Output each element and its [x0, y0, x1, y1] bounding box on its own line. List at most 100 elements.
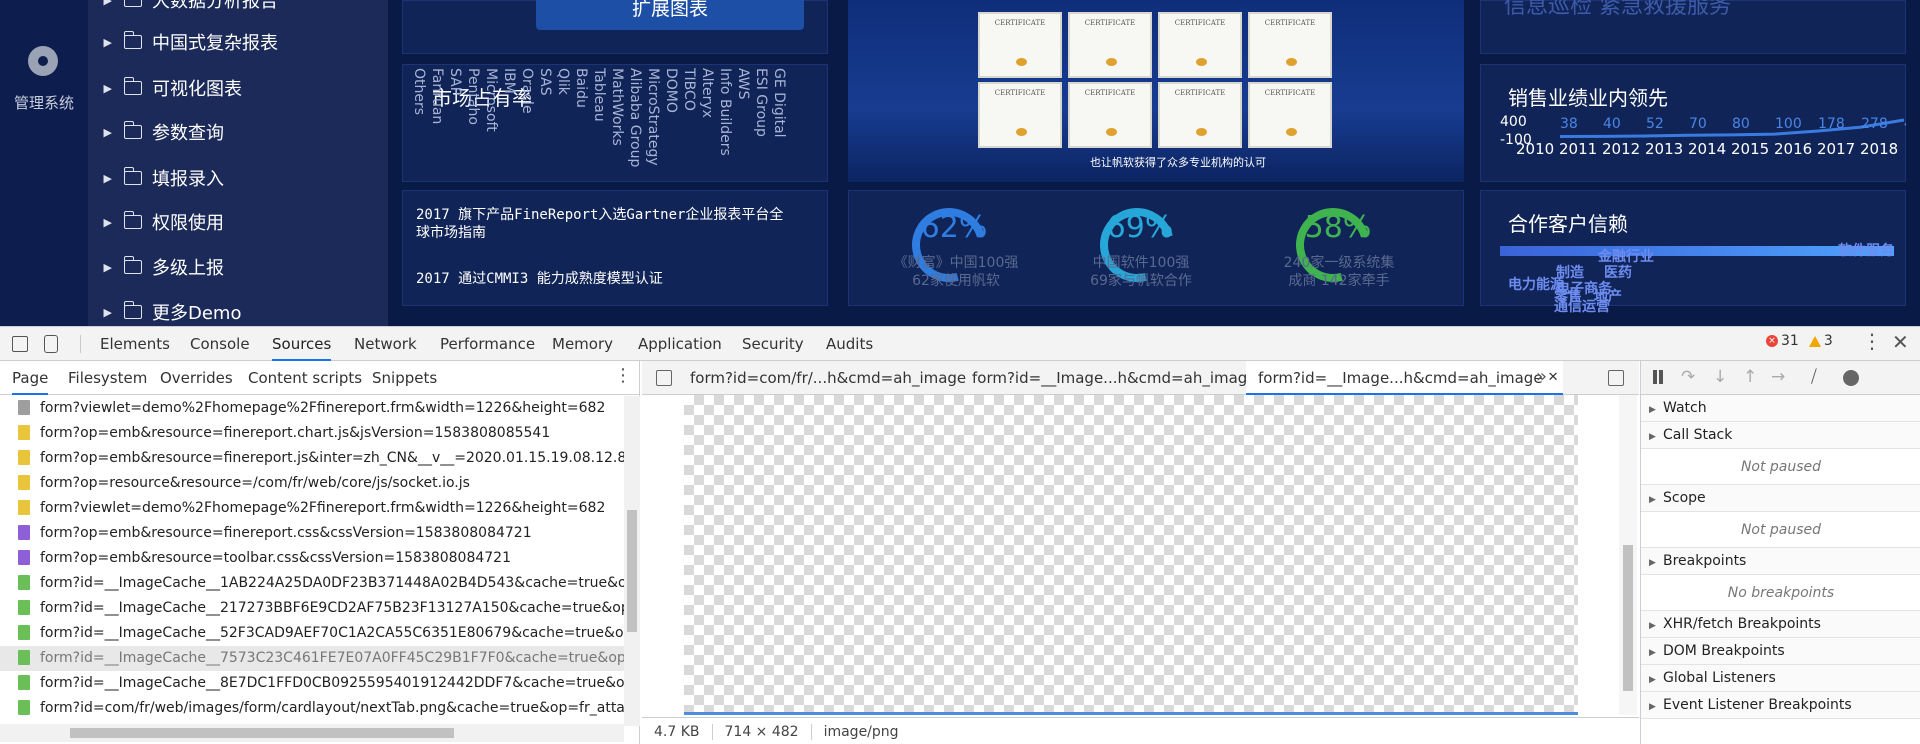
- pause-on-exceptions-icon[interactable]: [1843, 370, 1859, 386]
- gauge-value: 69%: [1106, 210, 1174, 245]
- file-icon: [18, 400, 30, 415]
- step-over-icon[interactable]: ↷: [1681, 367, 1695, 387]
- devtools: Elements Console Sources Network Perform…: [0, 326, 1920, 744]
- pause-icon[interactable]: [1653, 370, 1657, 384]
- tab-application[interactable]: Application: [638, 327, 722, 361]
- file-tree-item[interactable]: form?op=emb&resource=finereport.chart.js…: [0, 421, 624, 446]
- tab-console[interactable]: Console: [190, 327, 250, 361]
- file-tree-item[interactable]: form?id=__ImageCache__7573C23C461FE7E07A…: [0, 646, 624, 671]
- sales-data-label: 100: [1775, 116, 1802, 132]
- file-tree-hscrollbar[interactable]: [0, 724, 624, 742]
- debugger-section-header[interactable]: ▶ Event Listener Breakpoints: [1641, 692, 1920, 719]
- file-tree-item[interactable]: form?op=emb&resource=toolbar.css&cssVers…: [0, 546, 624, 571]
- menu-item-query[interactable]: ▶ 参数查询: [88, 110, 388, 154]
- inspect-element-icon[interactable]: [12, 336, 28, 352]
- debugger-section-header[interactable]: ▶ DOM Breakpoints: [1641, 638, 1920, 665]
- file-tree-item[interactable]: form?op=emb&resource=finereport.css&cssV…: [0, 521, 624, 546]
- editor-tab-active[interactable]: form?id=__Image...h&cmd=ah_image ✕: [1246, 361, 1563, 395]
- tab-overrides[interactable]: Overrides: [160, 361, 233, 395]
- vendor-label: Alteryx: [699, 68, 715, 118]
- close-tab-icon[interactable]: ✕: [1548, 361, 1559, 395]
- scroll-thumb[interactable]: [1623, 545, 1633, 691]
- tab-network[interactable]: Network: [354, 327, 417, 361]
- sales-x-tick: 2012: [1602, 140, 1640, 158]
- editor-status-bar: 4.7 KB 714 × 482 image/png: [642, 717, 1639, 744]
- debugger-section-header[interactable]: ▶ Watch: [1641, 395, 1920, 422]
- tab-audits[interactable]: Audits: [826, 327, 873, 361]
- gauge-caption: 《财富》中国100强 62家使用帆软: [893, 255, 1019, 289]
- scroll-thumb[interactable]: [70, 728, 454, 738]
- menu-item-entry[interactable]: ▶ 填报录入: [88, 156, 388, 200]
- gauge-caption: 240家一级系统集 成商 142家牵手: [1283, 255, 1395, 289]
- toggle-navigator-icon[interactable]: [656, 370, 672, 386]
- certificate-image: [978, 82, 1062, 148]
- extension-chart-badge[interactable]: 扩展图表: [536, 0, 804, 30]
- step-icon[interactable]: →: [1771, 367, 1785, 387]
- tab-sources[interactable]: Sources: [272, 327, 332, 361]
- tab-page[interactable]: Page: [12, 361, 49, 395]
- tab-elements[interactable]: Elements: [100, 327, 170, 361]
- file-tree-item[interactable]: form?op=emb&resource=finereport.js&inter…: [0, 446, 624, 471]
- editor-vscrollbar[interactable]: [1619, 395, 1637, 715]
- menu-item-multilevel[interactable]: ▶ 多级上报: [88, 245, 388, 289]
- caret-right-icon: ▶: [103, 125, 112, 139]
- debugger-section-header[interactable]: ▶ Call Stack: [1641, 422, 1920, 449]
- file-tree-item[interactable]: form?id=__ImageCache__217273BBF6E9CD2AF7…: [0, 596, 624, 621]
- vendor-label: Microsoft: [483, 68, 499, 132]
- partner-tag: 软件服务: [1838, 243, 1894, 259]
- file-tree-item[interactable]: form?id=__ImageCache__8E7DC1FFD0CB092559…: [0, 671, 624, 696]
- debugger-section-header[interactable]: ▶ Global Listeners: [1641, 665, 1920, 692]
- more-tabs-icon[interactable]: »: [1536, 366, 1547, 387]
- file-tree: form?viewlet=demo%2Fhomepage%2Ffinerepor…: [0, 396, 624, 722]
- device-toolbar-icon[interactable]: [44, 335, 58, 353]
- service-text: 信息巡检 紧急救援服务: [1504, 0, 1731, 19]
- tab-performance[interactable]: Performance: [440, 327, 535, 361]
- file-tree-item[interactable]: form?id=com/fr/web/images/form/cardlayou…: [0, 696, 624, 721]
- folder-icon: [124, 301, 142, 319]
- file-icon: [18, 700, 30, 715]
- certificate-image: [978, 12, 1062, 78]
- certificate-image: [1248, 82, 1332, 148]
- file-tree-item[interactable]: form?op=resource&resource=/com/fr/web/co…: [0, 471, 624, 496]
- menu-item-complex-report[interactable]: ▶ 中国式复杂报表: [88, 20, 388, 64]
- editor-tab[interactable]: form?id=__Image...h&cmd=ah_image: [972, 361, 1257, 395]
- system-label[interactable]: 管理系统: [0, 92, 88, 113]
- kebab-menu-icon[interactable]: ⋮: [1862, 329, 1882, 353]
- sales-line-chart: 3840527080100178278460201020112012201320…: [1500, 114, 1906, 158]
- debugger-section-note: Not paused: [1641, 449, 1920, 485]
- kebab-menu-icon[interactable]: ⋮: [614, 365, 632, 386]
- scroll-thumb[interactable]: [627, 510, 637, 632]
- close-icon[interactable]: ✕: [1892, 330, 1909, 354]
- tab-filesystem[interactable]: Filesystem: [68, 361, 147, 395]
- file-tree-item[interactable]: form?viewlet=demo%2Fhomepage%2Ffinerepor…: [0, 396, 624, 421]
- file-tree-vscrollbar[interactable]: [624, 396, 640, 726]
- caret-right-icon: ▶: [1649, 495, 1656, 505]
- step-out-icon[interactable]: ↑: [1743, 367, 1757, 387]
- error-warning-counter[interactable]: × 31 3: [1766, 333, 1833, 349]
- editor-tab[interactable]: form?id=com/fr/...h&cmd=ah_image: [690, 361, 966, 395]
- menu-item-more-demo[interactable]: ▶ 更多Demo: [88, 290, 388, 326]
- debugger-section-header[interactable]: ▶ Scope: [1641, 485, 1920, 512]
- menu-item-permissions[interactable]: ▶ 权限使用: [88, 200, 388, 244]
- debugger-section-header[interactable]: ▶ Breakpoints: [1641, 548, 1920, 575]
- gear-icon[interactable]: [28, 46, 58, 76]
- tab-snippets[interactable]: Snippets: [372, 361, 437, 395]
- menu-item-bigdata[interactable]: ▶ 大数据分析报告: [88, 0, 388, 22]
- caret-right-icon: ▶: [1649, 432, 1656, 442]
- warning-icon: [1808, 335, 1821, 347]
- file-tree-item[interactable]: form?viewlet=demo%2Fhomepage%2Ffinerepor…: [0, 496, 624, 521]
- step-into-icon[interactable]: ↓: [1713, 367, 1727, 387]
- tab-memory[interactable]: Memory: [552, 327, 613, 361]
- file-icon: [18, 575, 30, 590]
- deactivate-breakpoints-icon[interactable]: ⧸: [1811, 367, 1817, 387]
- folder-icon: [124, 256, 142, 274]
- caret-right-icon: ▶: [1649, 702, 1656, 712]
- file-tree-item[interactable]: form?id=__ImageCache__52F3CAD9AEF70C1A2C…: [0, 621, 624, 646]
- tab-security[interactable]: Security: [742, 327, 804, 361]
- toggle-debugger-icon[interactable]: [1608, 370, 1624, 386]
- file-icon: [18, 525, 30, 540]
- debugger-section-header[interactable]: ▶ XHR/fetch Breakpoints: [1641, 611, 1920, 638]
- file-tree-item[interactable]: form?id=__ImageCache__1AB224A25DA0DF23B3…: [0, 571, 624, 596]
- menu-item-charts[interactable]: ▶ 可视化图表: [88, 66, 388, 110]
- tab-content-scripts[interactable]: Content scripts: [248, 361, 362, 395]
